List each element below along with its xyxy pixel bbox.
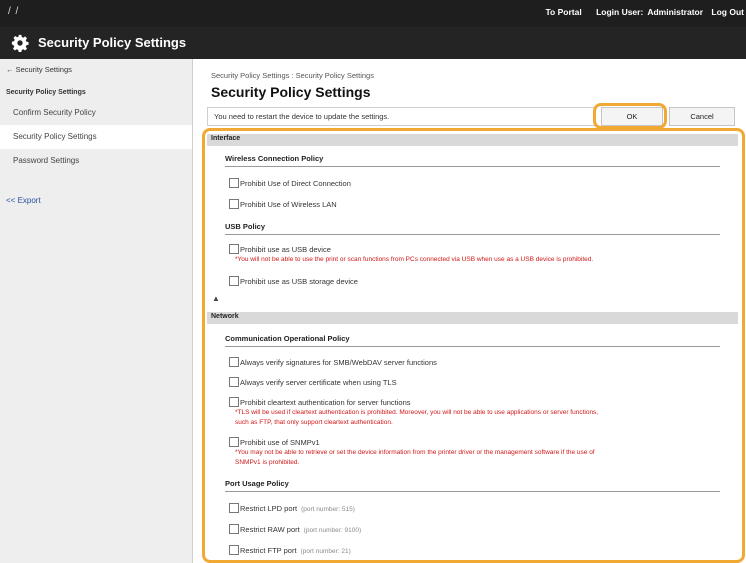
checkbox-label: Prohibit use as USB device bbox=[240, 245, 331, 254]
checkbox-prohibit-usb-storage[interactable]: Prohibit use as USB storage device bbox=[229, 276, 358, 286]
checkbox-label: Restrict RAW port bbox=[240, 525, 300, 534]
checkbox-box[interactable] bbox=[229, 503, 239, 513]
snmp-warning-line2: SNMPv1 is prohibited. bbox=[235, 459, 300, 466]
subsection-communication: Communication Operational Policy bbox=[225, 333, 720, 347]
cancel-button[interactable]: Cancel bbox=[669, 107, 735, 126]
checkbox-box[interactable] bbox=[229, 276, 239, 286]
subsection-port-usage: Port Usage Policy bbox=[225, 478, 720, 492]
subsection-title: Wireless Connection Policy bbox=[225, 154, 324, 163]
main-content: Security Policy Settings : Security Poli… bbox=[193, 59, 746, 563]
restart-notice: You need to restart the device to update… bbox=[207, 107, 595, 126]
title-bar: Security Policy Settings bbox=[0, 27, 746, 59]
checkbox-label: Restrict FTP port bbox=[240, 546, 297, 555]
sidebar-item-security-policy-settings[interactable]: Security Policy Settings bbox=[0, 125, 192, 149]
checkbox-box[interactable] bbox=[229, 244, 239, 254]
to-portal-link[interactable]: To Portal bbox=[545, 7, 581, 17]
checkbox-label: Always verify signatures for SMB/WebDAV … bbox=[240, 358, 437, 367]
gear-icon bbox=[11, 34, 29, 52]
collapse-up-icon[interactable]: ▲ bbox=[212, 294, 220, 303]
section-header-network: Network bbox=[207, 312, 738, 324]
checkbox-prohibit-cleartext-auth[interactable]: Prohibit cleartext authentication for se… bbox=[229, 397, 411, 407]
sidebar-item-label: Security Policy Settings bbox=[13, 132, 97, 141]
checkbox-verify-smb-signatures[interactable]: Always verify signatures for SMB/WebDAV … bbox=[229, 357, 437, 367]
checkbox-box[interactable] bbox=[229, 199, 239, 209]
sidebar-item-password-settings[interactable]: Password Settings bbox=[0, 149, 192, 173]
subsection-title: Communication Operational Policy bbox=[225, 334, 350, 343]
page-title: Security Policy Settings bbox=[211, 84, 371, 100]
checkbox-label: Prohibit use of SNMPv1 bbox=[240, 438, 320, 447]
checkbox-restrict-ftp-port[interactable]: Restrict FTP port (port number: 21) bbox=[229, 545, 351, 555]
checkbox-label: Prohibit cleartext authentication for se… bbox=[240, 398, 411, 407]
checkbox-prohibit-wireless-lan[interactable]: Prohibit Use of Wireless LAN bbox=[229, 199, 337, 209]
ok-button[interactable]: OK bbox=[601, 107, 663, 126]
checkbox-box[interactable] bbox=[229, 437, 239, 447]
checkbox-prohibit-snmpv1[interactable]: Prohibit use of SNMPv1 bbox=[229, 437, 320, 447]
checkbox-label: Always verify server certificate when us… bbox=[240, 378, 397, 387]
restart-notice-text: You need to restart the device to update… bbox=[214, 112, 390, 121]
checkbox-box[interactable] bbox=[229, 524, 239, 534]
lpd-port-number: (port number: 515) bbox=[301, 506, 355, 513]
app-title: Security Policy Settings bbox=[38, 35, 187, 50]
checkbox-restrict-lpd-port[interactable]: Restrict LPD port (port number: 515) bbox=[229, 503, 355, 513]
usb-device-warning: *You will not be able to use the print o… bbox=[235, 256, 594, 263]
section-header-label: Network bbox=[211, 313, 239, 320]
export-link[interactable]: << Export bbox=[6, 196, 41, 205]
logout-link[interactable]: Log Out bbox=[711, 7, 744, 17]
checkbox-box[interactable] bbox=[229, 397, 239, 407]
checkbox-label: Restrict LPD port bbox=[240, 504, 298, 513]
breadcrumb: Security Policy Settings : Security Poli… bbox=[211, 71, 374, 80]
checkbox-box[interactable] bbox=[229, 377, 239, 387]
login-user-name: Administrator bbox=[647, 7, 704, 17]
section-header-interface: Interface bbox=[207, 134, 738, 146]
checkbox-prohibit-usb-device[interactable]: Prohibit use as USB device bbox=[229, 244, 331, 254]
subsection-title: USB Policy bbox=[225, 222, 266, 231]
subsection-title: Port Usage Policy bbox=[225, 479, 289, 488]
checkbox-restrict-raw-port[interactable]: Restrict RAW port (port number: 9100) bbox=[229, 524, 361, 534]
checkbox-verify-tls-certificate[interactable]: Always verify server certificate when us… bbox=[229, 377, 397, 387]
cleartext-warning-line1: *TLS will be used if cleartext authentic… bbox=[235, 409, 599, 416]
checkbox-box[interactable] bbox=[229, 545, 239, 555]
top-bar-slashes: / / bbox=[8, 6, 20, 17]
sidebar-item-confirm-security-policy[interactable]: Confirm Security Policy bbox=[0, 101, 192, 125]
sidebar-item-label: Confirm Security Policy bbox=[13, 108, 96, 117]
snmp-warning-line1: *You may not be able to retrieve or set … bbox=[235, 449, 595, 456]
checkbox-box[interactable] bbox=[229, 357, 239, 367]
subsection-usb: USB Policy bbox=[225, 221, 720, 235]
sidebar: ← Security Settings Security Policy Sett… bbox=[0, 59, 193, 563]
raw-port-number: (port number: 9100) bbox=[303, 527, 362, 534]
top-bar-right: To Portal Login User: Administrator Log O… bbox=[533, 7, 744, 17]
subsection-wireless: Wireless Connection Policy bbox=[225, 153, 720, 167]
sidebar-item-label: Password Settings bbox=[13, 156, 80, 165]
ftp-port-number: (port number: 21) bbox=[300, 548, 351, 555]
checkbox-box[interactable] bbox=[229, 178, 239, 188]
cleartext-warning-line2: such as FTP, that only support cleartext… bbox=[235, 419, 393, 426]
checkbox-label: Prohibit use as USB storage device bbox=[240, 277, 358, 286]
checkbox-label: Prohibit Use of Direct Connection bbox=[240, 179, 351, 188]
settings-panel: Interface Wireless Connection Policy Pro… bbox=[207, 133, 738, 563]
top-bar: / / To Portal Login User: Administrator L… bbox=[0, 0, 746, 27]
back-to-security-settings-link[interactable]: ← Security Settings bbox=[6, 65, 72, 74]
sidebar-group-title: Security Policy Settings bbox=[6, 89, 86, 96]
login-user-label: Login User: bbox=[596, 7, 644, 17]
checkbox-label: Prohibit Use of Wireless LAN bbox=[240, 200, 337, 209]
section-header-label: Interface bbox=[211, 135, 241, 142]
checkbox-prohibit-direct-connection[interactable]: Prohibit Use of Direct Connection bbox=[229, 178, 351, 188]
